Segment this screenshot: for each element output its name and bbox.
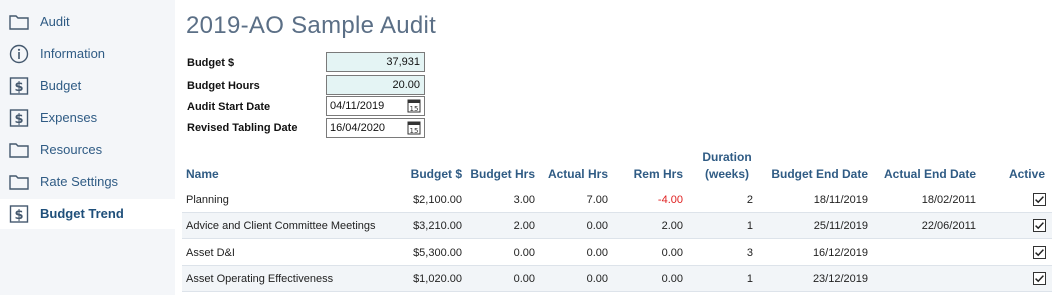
cell-budget: $5,300.00 <box>413 247 462 259</box>
dollar-icon: $ <box>9 205 29 223</box>
cell-rem-hrs: 0.00 <box>661 247 683 259</box>
revised-tabling-date-value: 16/04/2020 <box>330 122 386 134</box>
sidebar-item-label: Information <box>40 46 106 61</box>
sidebar-item-budget[interactable]: $ Budget <box>0 71 175 101</box>
cell-name: Asset D&I <box>186 247 235 259</box>
cell-budget-hrs: 0.00 <box>513 273 535 285</box>
sidebar-item-label: Rate Settings <box>40 174 119 189</box>
cell-duration: 2 <box>746 194 753 206</box>
cell-name: Planning <box>186 194 229 206</box>
revised-tabling-date-field[interactable]: 16/04/2020 15 <box>326 118 425 138</box>
svg-text:$: $ <box>14 208 23 223</box>
col-header-rem-hrs[interactable]: Rem Hrs <box>612 166 683 183</box>
cell-budget: $3,210.00 <box>413 220 462 232</box>
svg-text:$: $ <box>14 80 23 95</box>
svg-text:$: $ <box>14 112 23 127</box>
dollar-icon: $ <box>9 109 29 127</box>
sidebar-item-audit[interactable]: Audit <box>0 7 175 37</box>
dollar-icon: $ <box>9 77 29 95</box>
cell-actual-end-date: 22/06/2011 <box>921 220 976 232</box>
cell-budget-end-date: 18/11/2019 <box>813 194 868 206</box>
cell-actual-hrs: 0.00 <box>586 220 608 232</box>
sidebar-item-label: Resources <box>40 142 103 157</box>
cell-budget-end-date: 25/11/2019 <box>813 220 868 232</box>
sidebar-item-label: Budget Trend <box>40 206 124 221</box>
info-icon <box>9 44 29 64</box>
budget-field[interactable]: 37,931 <box>326 52 425 72</box>
active-checkbox[interactable] <box>1033 272 1046 285</box>
cell-rem-hrs: 2.00 <box>661 220 683 232</box>
cell-rem-hrs: -4.00 <box>657 194 683 206</box>
budget-hours-field[interactable]: 20.00 <box>326 75 425 95</box>
cell-actual-hrs: 0.00 <box>586 247 608 259</box>
active-checkbox[interactable] <box>1033 193 1046 206</box>
cell-budget-end-date: 16/12/2019 <box>812 247 868 259</box>
sidebar-item-budget-trend[interactable]: $ Budget Trend <box>0 199 175 229</box>
cell-rem-hrs: 0.00 <box>661 273 683 285</box>
folder-icon <box>9 175 29 190</box>
cell-budget: $2,100.00 <box>413 194 462 206</box>
col-header-active[interactable]: Active <box>990 166 1045 183</box>
calendar-icon[interactable]: 15 <box>407 99 421 113</box>
table-row[interactable]: Asset Operating Effectiveness $1,020.00 … <box>182 266 1052 292</box>
cell-name: Advice and Client Committee Meetings <box>186 220 376 232</box>
cell-budget-end-date: 23/12/2019 <box>812 273 868 285</box>
cell-name: Asset Operating Effectiveness <box>186 273 334 285</box>
page-title: 2019-AO Sample Audit <box>186 12 437 39</box>
cell-budget-hrs: 3.00 <box>513 194 535 206</box>
budget-hours-label: Budget Hours <box>187 80 260 92</box>
active-checkbox[interactable] <box>1033 246 1046 259</box>
col-header-budget[interactable]: Budget $ <box>380 166 462 183</box>
revised-tabling-date-label: Revised Tabling Date <box>187 122 298 134</box>
cell-duration: 3 <box>746 247 753 259</box>
sidebar: Audit Information $ Budget $ Expenses Re… <box>0 0 175 295</box>
cell-duration: 1 <box>746 273 753 285</box>
active-checkbox[interactable] <box>1033 219 1046 232</box>
table-row[interactable]: Advice and Client Committee Meetings $3,… <box>182 213 1052 239</box>
col-header-duration-line2: (weeks) <box>704 167 750 181</box>
audit-start-date-value: 04/11/2019 <box>330 100 385 112</box>
col-header-actual-hrs[interactable]: Actual Hrs <box>538 166 608 183</box>
col-header-name[interactable]: Name <box>186 166 219 183</box>
folder-icon <box>9 15 29 30</box>
audit-start-date-field[interactable]: 04/11/2019 15 <box>326 96 425 116</box>
sidebar-item-expenses[interactable]: $ Expenses <box>0 103 175 133</box>
col-header-duration[interactable]: Duration (weeks) <box>694 149 760 183</box>
audit-start-date-label: Audit Start Date <box>187 101 271 113</box>
calendar-icon[interactable]: 15 <box>407 121 421 135</box>
svg-text:15: 15 <box>410 105 419 113</box>
folder-icon <box>9 143 29 158</box>
sidebar-item-rate-settings[interactable]: Rate Settings <box>0 167 175 197</box>
table-row[interactable]: Planning $2,100.00 3.00 7.00 -4.00 2 18/… <box>182 187 1052 213</box>
col-header-duration-line1: Duration <box>702 150 752 164</box>
sidebar-item-label: Audit <box>40 14 70 29</box>
col-header-budget-hrs[interactable]: Budget Hrs <box>464 166 535 183</box>
cell-budget: $1,020.00 <box>413 273 462 285</box>
budget-label: Budget $ <box>187 57 235 69</box>
cell-budget-hrs: 0.00 <box>513 247 535 259</box>
sidebar-item-label: Expenses <box>40 110 98 125</box>
table-row[interactable]: Asset D&I $5,300.00 0.00 0.00 0.00 3 16/… <box>182 240 1052 266</box>
col-header-actual-end-date[interactable]: Actual End Date <box>874 166 976 183</box>
cell-actual-hrs: 7.00 <box>586 194 608 206</box>
cell-actual-end-date: 18/02/2011 <box>921 194 976 206</box>
cell-budget-hrs: 2.00 <box>513 220 535 232</box>
sidebar-item-label: Budget <box>40 78 82 93</box>
cell-duration: 1 <box>746 220 753 232</box>
sidebar-item-resources[interactable]: Resources <box>0 135 175 165</box>
cell-actual-hrs: 0.00 <box>586 273 608 285</box>
svg-text:15: 15 <box>410 127 419 135</box>
sidebar-item-information[interactable]: Information <box>0 39 175 69</box>
col-header-budget-end-date[interactable]: Budget End Date <box>762 166 868 183</box>
